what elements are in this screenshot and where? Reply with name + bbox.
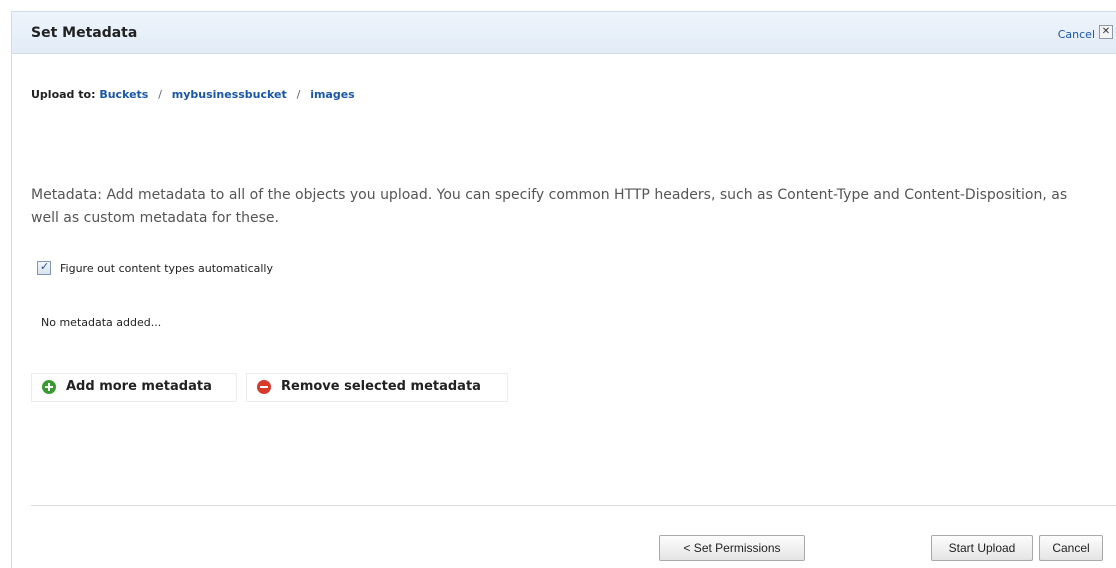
add-metadata-button[interactable]: Add more metadata	[31, 373, 237, 402]
plus-circle-icon	[42, 380, 56, 394]
close-icon[interactable]: ✕	[1099, 25, 1113, 39]
set-permissions-back-button[interactable]: < Set Permissions	[659, 535, 805, 561]
dialog-title: Set Metadata	[31, 25, 138, 41]
breadcrumb-prefix: Upload to:	[31, 88, 96, 101]
breadcrumb-separator: /	[296, 88, 301, 101]
dialog-header: Set Metadata Cancel ✕	[12, 12, 1116, 54]
header-cancel-link[interactable]: Cancel	[1058, 28, 1095, 41]
set-metadata-dialog: Set Metadata Cancel ✕ Upload to: Buckets…	[11, 11, 1116, 568]
remove-metadata-label: Remove selected metadata	[281, 379, 481, 394]
check-icon: ✓	[40, 260, 50, 273]
breadcrumb-buckets[interactable]: Buckets	[99, 88, 148, 101]
breadcrumb-folder[interactable]: images	[310, 88, 355, 101]
auto-content-types-label: Figure out content types automatically	[60, 262, 273, 275]
breadcrumb-separator: /	[158, 88, 162, 101]
breadcrumb: Upload to: Buckets / mybusinessbucket / …	[31, 88, 355, 101]
remove-metadata-button[interactable]: Remove selected metadata	[246, 373, 508, 402]
metadata-description: Metadata: Add metadata to all of the obj…	[31, 187, 1068, 226]
breadcrumb-bucket[interactable]: mybusinessbucket	[172, 88, 287, 101]
auto-content-types-checkbox[interactable]: ✓	[37, 260, 51, 275]
add-metadata-label: Add more metadata	[66, 379, 212, 394]
empty-metadata-message: No metadata added...	[41, 316, 162, 329]
minus-circle-icon	[257, 380, 271, 394]
footer-divider	[31, 505, 1116, 506]
cancel-button[interactable]: Cancel	[1039, 535, 1103, 561]
start-upload-button[interactable]: Start Upload	[931, 535, 1033, 561]
